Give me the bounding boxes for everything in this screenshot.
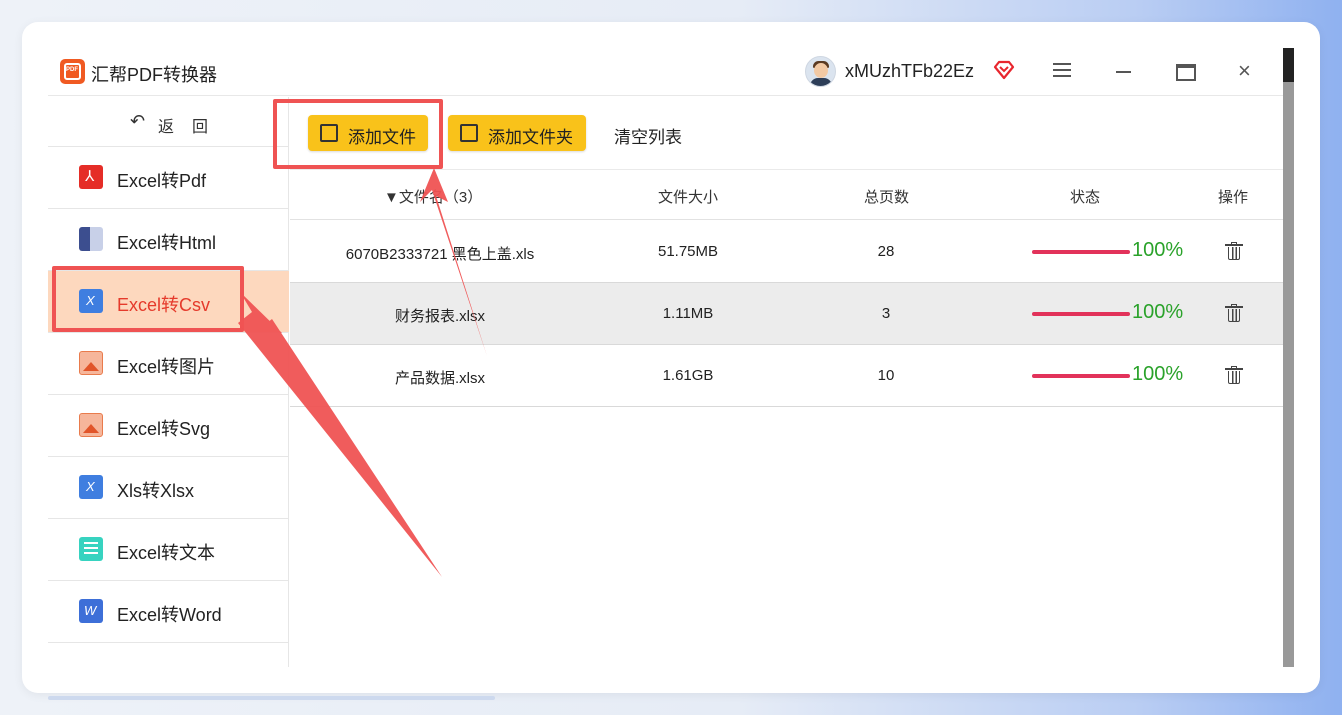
progress-percent: 100% [1132,239,1184,261]
add-folder-label: 添加文件夹 [488,128,573,147]
delete-icon[interactable] [1225,366,1243,384]
page-count: 10 [877,367,895,384]
file-size: 1.11MB [662,305,714,322]
user-avatar[interactable] [805,56,836,87]
progress-bar [1032,312,1130,316]
header-status: 状态 [1070,189,1101,206]
back-arrow-icon: ↶ [130,111,146,131]
back-label: 返回 [158,119,227,136]
maximize-icon[interactable] [1176,64,1196,81]
file-name: 6070B2333721 黑色上盖.xls [345,246,535,263]
sidebar-item-label: Excel转文本 [117,543,216,563]
menu-icon[interactable] [1053,63,1071,81]
file-size: 1.61GB [662,367,714,384]
sidebar-item-label: Excel转Svg [117,419,211,439]
text-icon [79,537,103,561]
header-action: 操作 [1218,189,1249,206]
sidebar-item-label: Xls转Xlsx [117,481,195,501]
delete-icon[interactable] [1225,242,1243,260]
image-icon [79,351,103,375]
progress-bar [1032,374,1130,378]
main-panel: 添加文件 添加文件夹 清空列表 ▼文件名（3） 文件大小 总页数 状态 操作 6… [290,97,1283,667]
toolbar: 添加文件 添加文件夹 清空列表 [290,97,1283,170]
file-name: 产品数据.xlsx [394,370,486,387]
progress-percent: 100% [1132,363,1184,385]
sidebar-item-label: Excel转图片 [117,357,216,377]
back-button[interactable]: ↶ 返回 [48,97,289,147]
app-logo-text: PDF [66,67,78,73]
excel-x-icon [79,289,103,313]
progress-percent: 100% [1132,301,1184,323]
app-logo-icon: PDF [60,59,85,84]
add-file-button[interactable]: 添加文件 [308,115,428,151]
excel-x-icon [79,475,103,499]
sidebar-item-excel-to-pdf[interactable]: Excel转Pdf [48,147,289,209]
page-count: 3 [881,305,891,322]
file-name: 财务报表.xlsx [394,308,486,325]
sidebar-item-label: Excel转Csv [117,295,211,315]
progress-bar [1032,250,1130,254]
sidebar-item-label: Excel转Pdf [117,171,207,191]
sidebar-item-excel-to-csv[interactable]: Excel转Csv [48,271,289,333]
app-window: PDF 汇帮PDF转换器 xMUzhTFb22Ez × ↶ 返回 Excel转P… [48,48,1294,667]
table-row[interactable]: 财务报表.xlsx 1.11MB 3 100% [290,283,1283,345]
sidebar-item-excel-to-text[interactable]: Excel转文本 [48,519,289,581]
pdf-icon [79,165,103,189]
username[interactable]: xMUzhTFb22Ez [845,61,974,82]
horizontal-scrollbar[interactable] [48,696,495,700]
page-count: 28 [877,243,895,260]
title-bar: PDF 汇帮PDF转换器 xMUzhTFb22Ez × [48,48,1283,96]
image-icon [79,413,103,437]
table-row[interactable]: 产品数据.xlsx 1.61GB 10 100% [290,345,1283,407]
file-list-icon [320,124,338,142]
sidebar-item-label: Excel转Word [117,605,222,625]
sidebar-item-excel-to-word[interactable]: Excel转Word [48,581,289,643]
sidebar-item-xls-to-xlsx[interactable]: Xls转Xlsx [48,457,289,519]
table-header: ▼文件名（3） 文件大小 总页数 状态 操作 [290,170,1283,220]
minimize-icon[interactable] [1116,71,1131,73]
html-icon [79,227,103,251]
add-folder-button[interactable]: 添加文件夹 [448,115,586,151]
delete-icon[interactable] [1225,304,1243,322]
header-size: 文件大小 [658,189,719,206]
add-file-label: 添加文件 [348,128,416,147]
file-size: 51.75MB [657,243,719,260]
app-title: 汇帮PDF转换器 [91,65,217,85]
close-icon[interactable]: × [1238,60,1251,82]
folder-plus-icon [460,124,478,142]
vip-diamond-icon[interactable] [992,58,1016,82]
word-icon [79,599,103,623]
sidebar-item-label: Excel转Html [117,233,217,253]
sidebar: ↶ 返回 Excel转Pdf Excel转Html Excel转Csv Exce… [48,97,289,667]
header-pages: 总页数 [864,189,910,206]
clear-list-button[interactable]: 清空列表 [614,123,682,148]
sidebar-item-excel-to-html[interactable]: Excel转Html [48,209,289,271]
table-row[interactable]: 6070B2333721 黑色上盖.xls 51.75MB 28 100% [290,221,1283,283]
sidebar-item-excel-to-svg[interactable]: Excel转Svg [48,395,289,457]
sidebar-item-excel-to-image[interactable]: Excel转图片 [48,333,289,395]
vertical-scrollbar[interactable] [1283,48,1294,667]
header-filename[interactable]: ▼文件名（3） [384,186,482,207]
